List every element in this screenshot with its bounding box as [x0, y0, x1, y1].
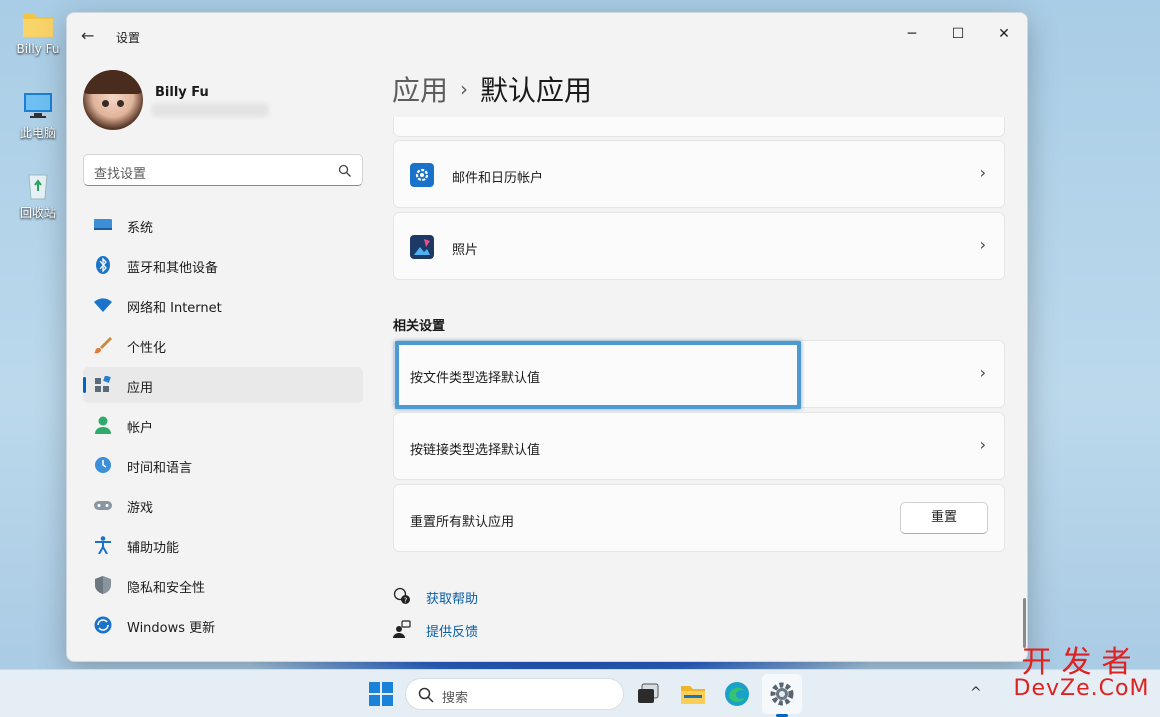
folder-icon	[22, 10, 54, 38]
photos-icon	[410, 235, 434, 259]
back-arrow-icon[interactable]: ←	[81, 27, 99, 45]
taskbar: 搜索 ^	[0, 669, 1160, 717]
wifi-icon	[93, 296, 113, 314]
brush-icon	[93, 336, 113, 354]
reset-all-defaults-card: 重置所有默认应用 重置	[393, 484, 1005, 552]
avatar[interactable]	[83, 70, 143, 130]
shield-icon	[93, 576, 113, 594]
update-icon	[93, 616, 113, 634]
gamepad-icon	[93, 496, 113, 514]
bluetooth-icon	[93, 256, 113, 274]
desktop-icon-label: 此电脑	[19, 126, 56, 140]
sidebar-item-time-language[interactable]: 时间和语言	[83, 447, 363, 483]
window-title: 设置	[116, 31, 141, 45]
sidebar-item-apps[interactable]: 应用	[83, 367, 363, 403]
accessibility-icon	[93, 536, 113, 555]
search-input[interactable]: 查找设置	[83, 154, 363, 186]
scrollbar[interactable]	[1023, 598, 1026, 648]
sidebar-item-system[interactable]: 系统	[83, 207, 363, 243]
settings-window: ← 设置 ─ ☐ ✕ Billy Fu 查找设置 系统 蓝牙和其他设备 网络和 …	[66, 12, 1028, 662]
settings-gear-icon[interactable]	[769, 681, 795, 707]
app-card-label: 照片	[452, 243, 479, 258]
search-icon	[418, 687, 434, 707]
search-icon	[338, 163, 352, 177]
recycle-bin-icon	[22, 172, 54, 200]
file-explorer-icon[interactable]	[680, 681, 706, 707]
apps-icon	[93, 375, 113, 394]
related-item-label: 按链接类型选择默认值	[410, 443, 541, 458]
watermark-logo: 开发者 DevZe.CoM	[1013, 645, 1150, 701]
desktop-icon-label: 回收站	[19, 206, 56, 220]
breadcrumb-separator: ›	[460, 77, 469, 101]
maximize-button[interactable]: ☐	[935, 19, 981, 49]
computer-icon	[22, 92, 54, 120]
app-card-mail-calendar[interactable]: 邮件和日历帐户 ›	[393, 140, 1005, 208]
taskbar-search[interactable]: 搜索	[405, 678, 624, 710]
sidebar-item-personalization[interactable]: 个性化	[83, 327, 363, 363]
time-language-icon	[93, 456, 113, 474]
sidebar-item-windows-update[interactable]: Windows 更新	[83, 607, 363, 643]
sidebar-item-network[interactable]: 网络和 Internet	[83, 287, 363, 323]
minimize-button[interactable]: ─	[889, 19, 935, 49]
related-settings-title: 相关设置	[393, 319, 446, 334]
sidebar-nav: 系统 蓝牙和其他设备 网络和 Internet 个性化 应用 帐户 时间和语言	[83, 207, 363, 647]
chevron-up-icon[interactable]: ^	[970, 685, 982, 701]
sidebar-item-bluetooth[interactable]: 蓝牙和其他设备	[83, 247, 363, 283]
task-view-icon[interactable]	[635, 681, 661, 707]
breadcrumb-parent[interactable]: 应用	[392, 74, 448, 107]
chevron-right-icon: ›	[979, 163, 986, 182]
start-windows-icon[interactable]	[368, 681, 394, 707]
system-icon	[93, 216, 113, 234]
desktop-icon-recycle-bin[interactable]: 回收站	[8, 172, 68, 221]
reset-button[interactable]: 重置	[900, 502, 988, 534]
desktop-icon-this-pc[interactable]: 此电脑	[8, 92, 68, 141]
chevron-right-icon: ›	[979, 363, 986, 382]
svg-text:?: ?	[404, 596, 408, 604]
focus-highlight-box	[395, 341, 801, 409]
desktop-icon-label: Billy Fu	[16, 42, 60, 56]
app-card-partial[interactable]	[393, 117, 1005, 137]
close-button[interactable]: ✕	[981, 19, 1027, 49]
desktop-icon-user-folder[interactable]: Billy Fu	[8, 10, 68, 56]
app-card-photos[interactable]: 照片 ›	[393, 212, 1005, 280]
reset-label: 重置所有默认应用	[410, 515, 515, 530]
feedback-icon	[393, 620, 411, 638]
sidebar-item-accounts[interactable]: 帐户	[83, 407, 363, 443]
chevron-right-icon: ›	[979, 235, 986, 254]
title-bar: ← 设置 ─ ☐ ✕	[67, 13, 1027, 59]
breadcrumb: 应用 › 默认应用	[392, 69, 592, 109]
user-name: Billy Fu	[155, 85, 209, 100]
gear-icon	[410, 163, 434, 187]
edge-browser-icon[interactable]	[724, 681, 750, 707]
sidebar-item-gaming[interactable]: 游戏	[83, 487, 363, 523]
sidebar-item-privacy[interactable]: 隐私和安全性	[83, 567, 363, 603]
user-email-blurred	[151, 103, 269, 117]
page-title: 默认应用	[480, 74, 593, 107]
app-card-label: 邮件和日历帐户	[452, 171, 544, 186]
chevron-right-icon: ›	[979, 435, 986, 454]
help-chat-icon: ?	[393, 587, 411, 605]
search-placeholder: 查找设置	[94, 167, 147, 182]
choose-default-by-link-type[interactable]: 按链接类型选择默认值 ›	[393, 412, 1005, 480]
account-icon	[93, 416, 113, 434]
sidebar-item-accessibility[interactable]: 辅助功能	[83, 527, 363, 563]
